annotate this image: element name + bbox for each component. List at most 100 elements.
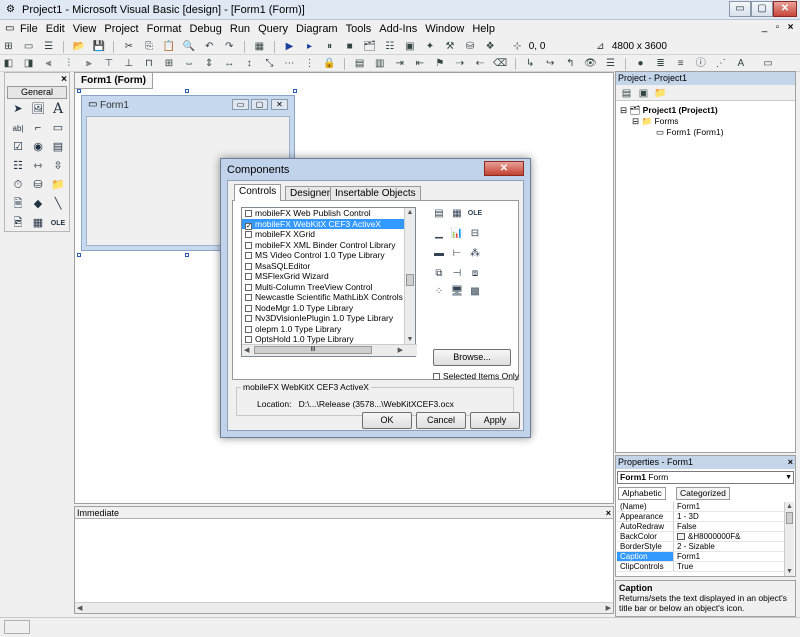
add-project-icon[interactable]: ⊞ <box>1 40 16 53</box>
menu-run[interactable]: Run <box>230 23 250 35</box>
menu-diagram[interactable]: Diagram <box>296 23 338 35</box>
frame-tool-icon[interactable]: ⌐ <box>29 120 47 137</box>
align-to-grid-icon[interactable]: ⊞ <box>162 57 177 70</box>
timer-tool-icon[interactable]: ⏱ <box>9 177 27 194</box>
horizontal-spacing-icon[interactable]: ⋯ <box>282 57 297 70</box>
mdi-close-button[interactable]: × <box>784 22 797 35</box>
tab-insertable-objects[interactable]: Insertable Objects <box>330 186 421 201</box>
toolbox-general-tab[interactable]: General <box>7 86 67 99</box>
call-stack-icon[interactable]: ☰ <box>603 57 618 70</box>
component-checkbox[interactable] <box>245 294 252 301</box>
comment-block-icon[interactable]: ▤ <box>352 57 367 70</box>
center-horizontally-icon[interactable]: ⇔ <box>182 57 197 70</box>
components-hscroll-thumb[interactable]: III <box>254 346 372 354</box>
vscrollbar-tool-icon[interactable]: ⇳ <box>49 158 67 175</box>
view-code-icon[interactable]: ▤ <box>619 87 634 100</box>
quick-watch-icon[interactable]: 👁 <box>583 57 598 70</box>
property-row[interactable]: Appearance 1 - 3D <box>617 512 784 522</box>
menu-edit[interactable]: Edit <box>46 23 65 35</box>
resize-handle[interactable] <box>185 89 189 93</box>
component-list-item[interactable]: olepm 1.0 Type Library <box>242 324 405 335</box>
send-to-back-icon[interactable]: ◨ <box>21 57 36 70</box>
scroll-left-icon[interactable]: ◀ <box>244 346 249 355</box>
shape-tool-icon[interactable]: ◆ <box>29 196 47 213</box>
toolbox-icon[interactable]: ⚒ <box>443 40 458 53</box>
previous-bookmark-icon[interactable]: ⇠ <box>473 57 488 70</box>
center-vertically-icon[interactable]: ⇕ <box>202 57 217 70</box>
find-icon[interactable]: 🔍 <box>182 40 197 53</box>
cancel-button[interactable]: Cancel <box>416 412 466 429</box>
end-icon[interactable]: ■ <box>342 40 357 53</box>
component-checkbox[interactable] <box>245 241 252 249</box>
selected-items-only-checkbox[interactable]: Selected Items Only <box>433 371 519 381</box>
component-list-item[interactable]: MsaSQLEditor <box>242 261 405 272</box>
label-tool-icon[interactable]: A <box>49 101 67 118</box>
data-tool-icon[interactable]: ▦ <box>29 215 47 232</box>
component-checkbox[interactable] <box>245 231 252 238</box>
filelistbox-tool-icon[interactable]: 🗎 <box>9 196 27 213</box>
components-vscroll-thumb[interactable] <box>406 274 414 286</box>
component-list-item[interactable]: Newcastle Scientific MathLibX Controls <box>242 292 405 303</box>
menu-editor-icon[interactable]: ☰ <box>41 40 56 53</box>
tab-categorized[interactable]: Categorized <box>676 487 730 500</box>
menu-help[interactable]: Help <box>472 23 495 35</box>
component-list-item[interactable]: Nv3DVisionIePlugin 1.0 Type Library <box>242 313 405 324</box>
scroll-up-icon[interactable]: ▲ <box>785 502 794 511</box>
open-project-icon[interactable]: 📂 <box>71 40 86 53</box>
scroll-left-icon[interactable]: ◀ <box>77 604 82 613</box>
window-close-button[interactable]: ✕ <box>773 1 797 17</box>
start-full-compile-icon[interactable]: ▸ <box>302 40 317 53</box>
component-checkbox[interactable] <box>245 262 252 270</box>
window-list-icon[interactable]: ▭ <box>760 57 775 70</box>
component-checkbox[interactable] <box>245 336 252 343</box>
property-value[interactable]: 2 - Sizable <box>674 542 784 551</box>
component-checkbox[interactable] <box>245 252 252 259</box>
chevron-down-icon[interactable]: ▼ <box>785 472 792 483</box>
immediate-window[interactable]: Immediate × ◀ ▶ <box>74 506 614 614</box>
menu-tools[interactable]: Tools <box>346 23 372 35</box>
add-form-icon[interactable]: ▭ <box>21 40 36 53</box>
save-project-icon[interactable]: 💾 <box>91 40 106 53</box>
components-vscrollbar[interactable]: ▲ ▼ <box>404 208 415 344</box>
bring-to-front-icon[interactable]: ◧ <box>1 57 16 70</box>
form-layout-icon[interactable]: ▣ <box>402 40 417 53</box>
mdi-minimize-button[interactable]: _ <box>758 22 771 35</box>
property-value[interactable]: 1 - 3D <box>674 512 784 521</box>
menu-project[interactable]: Project <box>104 23 138 35</box>
mdi-restore-button[interactable]: ▫ <box>771 22 784 35</box>
image-tool-icon[interactable]: 🖻 <box>9 215 27 232</box>
tree-project-root[interactable]: ⊟ 🗂 Project1 (Project1) <box>620 105 718 116</box>
property-value[interactable]: Form1 <box>674 552 784 561</box>
component-list-item[interactable]: mobileFX Web Publish Control <box>242 208 405 219</box>
menu-window[interactable]: Window <box>425 23 464 35</box>
resize-handle[interactable] <box>185 253 189 257</box>
property-row[interactable]: (Name) Form1 <box>617 502 784 512</box>
resize-handle[interactable] <box>293 89 297 93</box>
textbox-tool-icon[interactable]: ab| <box>9 120 27 137</box>
apply-button[interactable]: Apply <box>470 412 520 429</box>
component-checkbox[interactable] <box>245 315 252 322</box>
components-listbox[interactable]: mobileFX Web Publish Control ✓ mobileFX We… <box>241 207 417 357</box>
dirlistbox-tool-icon[interactable]: 📁 <box>49 177 67 194</box>
toolbox-close-button[interactable]: × <box>61 74 67 85</box>
component-list-item[interactable]: ✓ mobileFX WebKitX CEF3 ActiveX <box>242 218 405 230</box>
browse-button[interactable]: Browse... <box>433 349 511 366</box>
toggle-bookmark-icon[interactable]: ⚑ <box>432 57 447 70</box>
window-minimize-button[interactable]: ▭ <box>729 1 751 17</box>
property-row[interactable]: BackColor &H8000000F& <box>617 532 784 542</box>
scroll-up-icon[interactable]: ▲ <box>405 208 415 217</box>
next-bookmark-icon[interactable]: ⇢ <box>452 57 467 70</box>
drivelistbox-tool-icon[interactable]: ⛁ <box>29 177 47 194</box>
menu-format[interactable]: Format <box>147 23 182 35</box>
property-value[interactable]: &H8000000F& <box>674 532 784 541</box>
tab-alphabetic[interactable]: Alphabetic <box>618 487 666 500</box>
outdent-icon[interactable]: ⇤ <box>412 57 427 70</box>
component-checkbox[interactable] <box>245 283 252 291</box>
window-maximize-button[interactable]: ▢ <box>751 1 773 17</box>
scroll-down-icon[interactable]: ▼ <box>785 567 794 576</box>
component-checkbox[interactable] <box>245 273 252 280</box>
scroll-down-icon[interactable]: ▼ <box>405 335 415 344</box>
component-list-item[interactable]: mobileFX XML Binder Control Library <box>242 240 405 251</box>
property-value[interactable]: False <box>674 522 784 531</box>
scroll-right-icon[interactable]: ▶ <box>398 346 403 355</box>
